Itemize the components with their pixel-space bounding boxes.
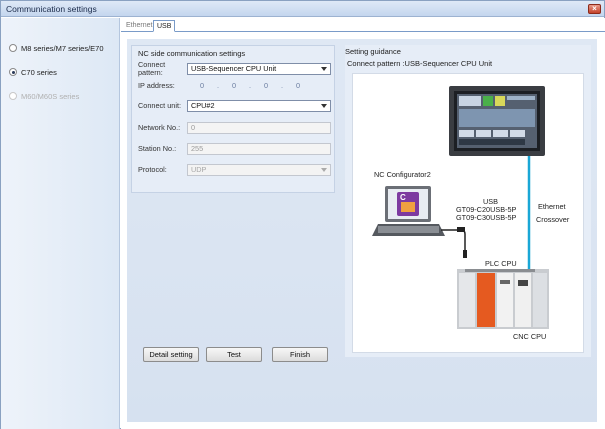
- tab-usb[interactable]: USB: [153, 20, 176, 32]
- ip-address-label: IP address:: [138, 81, 175, 90]
- ip-octet-3: 0: [263, 81, 269, 90]
- series-option-m8[interactable]: M8 series/M7 series/E70: [9, 42, 104, 54]
- series-label-m8: M8 series/M7 series/E70: [21, 43, 104, 53]
- detail-setting-button[interactable]: Detail setting: [143, 347, 199, 362]
- laptop-icon: C: [372, 186, 445, 236]
- cnc-cpu-label: CNC CPU: [513, 332, 547, 341]
- guidance-title: Setting guidance: [345, 47, 401, 56]
- connect-pattern-select[interactable]: USB-Sequencer CPU Unit: [187, 63, 331, 75]
- connect-unit-value: CPU#2: [191, 101, 215, 110]
- usb-plug-icon: [463, 250, 467, 258]
- series-label-m60: M60/M60S series: [21, 91, 80, 101]
- ip-octet-4: 0: [295, 81, 301, 90]
- ethernet-label: Ethernet: [538, 202, 566, 211]
- series-option-c70[interactable]: C70 series: [9, 66, 57, 78]
- ip-separator: .: [216, 81, 220, 90]
- ip-octet-2: 0: [231, 81, 237, 90]
- title-bar: Communication settings ×: [1, 1, 604, 17]
- radio-m60: [9, 92, 17, 100]
- chevron-down-icon: [321, 168, 327, 172]
- usb-cable-model-2: GT09-C30USB-5P: [456, 213, 517, 222]
- station-no-input: 255: [187, 143, 331, 155]
- got-display-icon: [449, 86, 545, 156]
- series-sidebar: M8 series/M7 series/E70 C70 series M60/M…: [1, 18, 120, 429]
- tab-bar: Ethernet USB: [121, 18, 605, 32]
- connect-unit-label: Connect unit:: [138, 101, 181, 110]
- network-no-input: 0: [187, 122, 331, 134]
- test-button[interactable]: Test: [206, 347, 262, 362]
- radio-c70[interactable]: [9, 68, 17, 76]
- setting-guidance-group: Setting guidance Connect pattern :USB-Se…: [345, 45, 591, 357]
- station-no-label: Station No.:: [138, 144, 177, 153]
- communication-settings-window: Communication settings × M8 series/M7 se…: [0, 0, 605, 429]
- plc-cpu-label: PLC CPU: [485, 259, 517, 268]
- ip-address-field: 0 . 0 . 0 . 0: [190, 81, 310, 93]
- connect-pattern-label: Connect pattern:: [138, 60, 166, 77]
- close-button[interactable]: ×: [588, 4, 601, 14]
- protocol-select: UDP: [187, 164, 331, 176]
- series-label-c70: C70 series: [21, 67, 57, 77]
- settings-panel: NC side communication settings Connect p…: [127, 39, 597, 422]
- main-area: Ethernet USB NC side communication setti…: [121, 18, 605, 429]
- nc-settings-group: NC side communication settings Connect p…: [131, 45, 335, 193]
- ip-separator: .: [280, 81, 284, 90]
- connection-diagram: C NC Configurator2 USB GT09-C20USB-5P GT…: [352, 73, 584, 353]
- nc-configurator-label: NC Configurator2: [374, 170, 431, 179]
- tab-ethernet[interactable]: Ethernet: [123, 20, 155, 32]
- usb-cable: [441, 229, 466, 252]
- crossover-label: Crossover: [536, 215, 570, 224]
- protocol-value: UDP: [191, 165, 207, 174]
- chevron-down-icon: [321, 104, 327, 108]
- protocol-label: Protocol:: [138, 165, 167, 174]
- plc-rack-icon: [457, 269, 549, 329]
- network-no-label: Network No.:: [138, 123, 181, 132]
- radio-m8[interactable]: [9, 44, 17, 52]
- finish-button[interactable]: Finish: [272, 347, 328, 362]
- ip-separator: .: [248, 81, 252, 90]
- nc-settings-title: NC side communication settings: [138, 49, 246, 58]
- svg-text:C: C: [400, 193, 406, 202]
- window-title: Communication settings: [6, 4, 97, 14]
- chevron-down-icon: [321, 67, 327, 71]
- connect-pattern-value: USB-Sequencer CPU Unit: [191, 64, 277, 73]
- ip-octet-1: 0: [199, 81, 205, 90]
- usb-plug-icon: [457, 227, 465, 232]
- series-option-m60: M60/M60S series: [9, 90, 79, 102]
- connect-unit-select[interactable]: CPU#2: [187, 100, 331, 112]
- guidance-pattern: Connect pattern :USB-Sequencer CPU Unit: [347, 59, 493, 68]
